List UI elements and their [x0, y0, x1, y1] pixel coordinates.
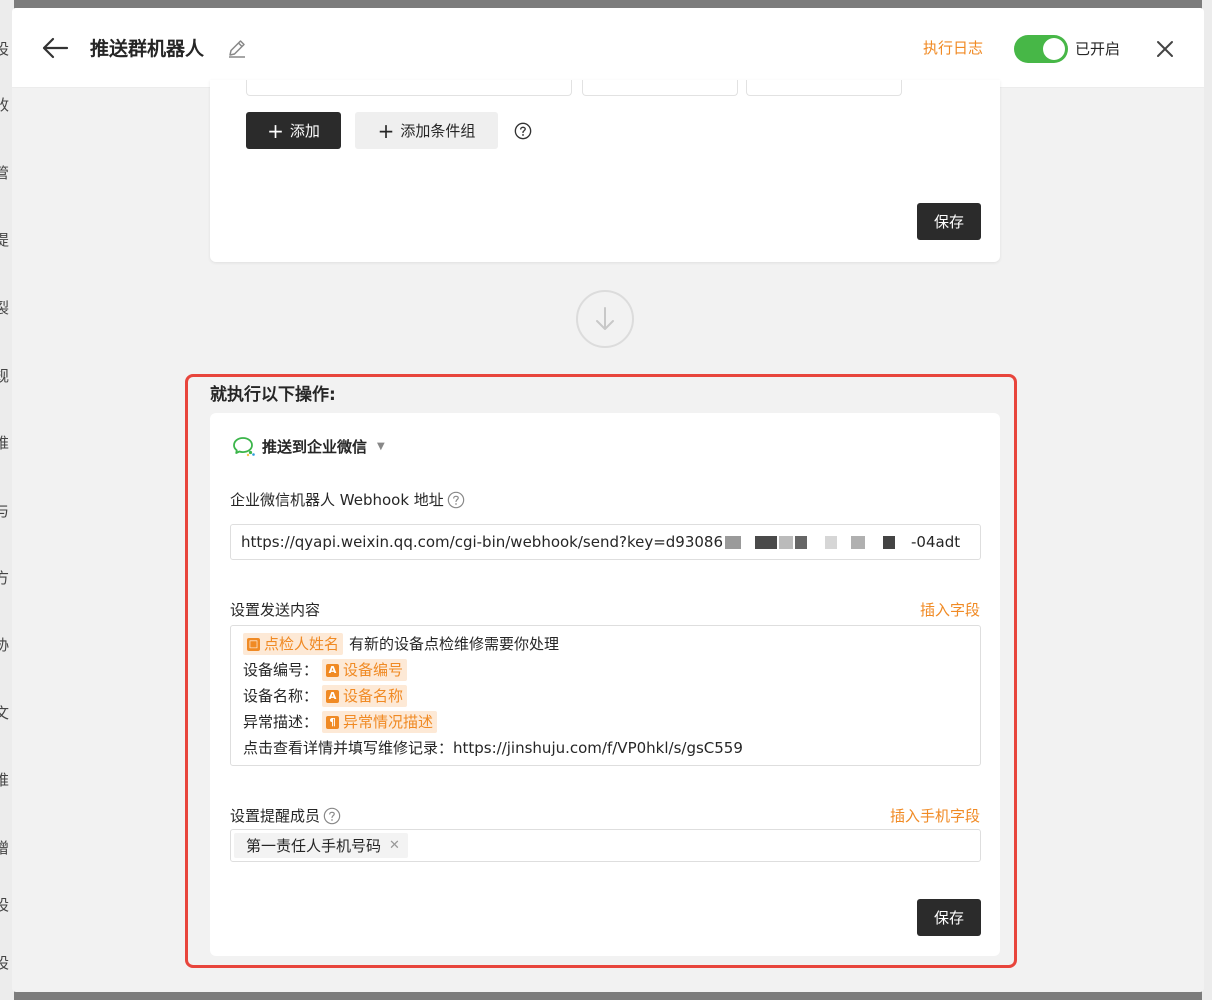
webhook-label: 企业微信机器人 Webhook 地址 [230, 489, 465, 510]
automation-modal: 推送群机器人 执行日志 已开启 + 添加 + 添加条件组 保存 就执行以下操作:… [12, 8, 1204, 992]
content-line: 设备编号： A 设备编号 [243, 657, 968, 683]
insert-field-link[interactable]: 插入字段 [920, 599, 980, 620]
add-condition-group-button[interactable]: + 添加条件组 [355, 112, 498, 149]
add-condition-label: 添加 [289, 122, 320, 140]
close-icon[interactable] [1154, 38, 1176, 60]
wechat-work-icon [233, 437, 255, 457]
help-icon[interactable] [514, 122, 532, 140]
flow-connector [576, 290, 634, 348]
text-field-icon: A [326, 663, 340, 677]
redacted-block [743, 536, 754, 549]
bg-char: 管 [0, 164, 10, 182]
content-line: 点击查看详情并填写维修记录：https://jinshuju.com/f/VP0… [243, 735, 968, 761]
content-line: □ 点检人姓名 有新的设备点检维修需要你处理 [243, 631, 968, 657]
remove-chip-icon[interactable]: ✕ [389, 838, 400, 853]
redacted-block [809, 536, 824, 549]
member-chip-label: 第一责任人手机号码 [246, 837, 382, 855]
condition-operator-partial[interactable] [582, 80, 738, 96]
field-tag-label: 设备编号 [343, 661, 404, 679]
toggle-knob [1043, 38, 1065, 60]
redacted-block [839, 536, 850, 549]
redacted-block [755, 536, 778, 549]
bg-char: 推 [0, 434, 10, 452]
redacted-block [725, 536, 742, 549]
members-label: 设置提醒成员 [230, 805, 341, 826]
toggle-status-label: 已开启 [1075, 40, 1121, 58]
members-label-text: 设置提醒成员 [230, 807, 321, 825]
field-tag-device-name[interactable]: A 设备名称 [322, 685, 408, 707]
channel-label: 推送到企业微信 [262, 437, 368, 456]
action-card: 推送到企业微信 ▼ 企业微信机器人 Webhook 地址 https://qya… [210, 413, 1000, 956]
back-arrow-icon[interactable] [40, 34, 70, 62]
member-chip: 第一责任人手机号码 ✕ [234, 833, 408, 858]
bg-char: 推 [0, 771, 10, 789]
webhook-url-input[interactable]: https://qyapi.weixin.qq.com/cgi-bin/webh… [230, 524, 981, 560]
paragraph-field-icon: ¶ [326, 715, 340, 729]
content-text: 设备编号： [243, 661, 319, 679]
content-text: 设备名称： [243, 687, 319, 705]
text-field-icon: A [326, 689, 340, 703]
redacted-block [795, 536, 808, 549]
content-line: 设备名称： A 设备名称 [243, 683, 968, 709]
save-action-button[interactable]: 保存 [917, 899, 981, 936]
bg-char: 协 [0, 636, 10, 654]
pencil-icon[interactable] [226, 37, 248, 59]
content-label: 设置发送内容 [230, 601, 321, 619]
bg-char: 设 [0, 896, 10, 914]
webhook-url-start: https://qyapi.weixin.qq.com/cgi-bin/webh… [241, 533, 724, 551]
insert-phone-field-link[interactable]: 插入手机字段 [890, 805, 980, 826]
bg-char: 与 [0, 502, 10, 520]
redacted-block [883, 536, 896, 549]
bg-char: 文 [0, 704, 10, 722]
content-line: 异常描述： ¶ 异常情况描述 [243, 709, 968, 735]
modal-header: 推送群机器人 执行日志 已开启 [12, 8, 1204, 88]
help-icon[interactable] [323, 807, 341, 825]
message-content-editor[interactable]: □ 点检人姓名 有新的设备点检维修需要你处理 设备编号： A 设备编号 设备名称： … [230, 625, 981, 766]
action-heading: 就执行以下操作: [210, 385, 336, 405]
save-conditions-button[interactable]: 保存 [917, 203, 981, 240]
content-text: 点击查看详情并填写维修记录：https://jinshuju.com/f/VP0… [243, 739, 743, 757]
redacted-block [851, 536, 866, 549]
field-tag-inspector-name[interactable]: □ 点检人姓名 [243, 633, 344, 655]
condition-field-partial[interactable] [246, 80, 572, 96]
conditions-card: + 添加 + 添加条件组 保存 [210, 80, 1000, 262]
channel-selector[interactable]: 推送到企业微信 ▼ [232, 435, 385, 457]
arrow-down-icon [596, 307, 614, 330]
content-text: 有新的设备点检维修需要你处理 [349, 635, 560, 653]
plus-icon: + [377, 118, 395, 143]
page-title: 推送群机器人 [90, 38, 205, 60]
help-icon[interactable] [447, 491, 465, 509]
execution-log-link[interactable]: 执行日志 [923, 37, 983, 58]
enable-toggle[interactable] [1014, 35, 1068, 63]
bg-char: 设 [0, 40, 10, 58]
content-text: 异常描述： [243, 713, 319, 731]
bg-char: 设 [0, 954, 10, 972]
condition-value-partial[interactable] [746, 80, 902, 96]
person-field-icon: □ [247, 637, 260, 651]
bg-char: 裂 [0, 299, 10, 317]
bg-char: 规 [0, 367, 10, 385]
add-condition-button[interactable]: + 添加 [246, 112, 341, 149]
redacted-block [779, 536, 794, 549]
bg-char: 收 [0, 96, 10, 114]
webhook-url-end: -04adt [911, 533, 961, 551]
field-tag-label: 设备名称 [343, 687, 404, 705]
bg-char: 提 [0, 231, 10, 249]
webhook-label-text: 企业微信机器人 Webhook 地址 [230, 491, 444, 509]
field-tag-label: 异常情况描述 [343, 713, 434, 731]
members-input[interactable]: 第一责任人手机号码 ✕ [230, 829, 981, 862]
bg-char: 方 [0, 569, 10, 587]
add-condition-group-label: 添加条件组 [400, 122, 476, 140]
caret-down-icon: ▼ [377, 440, 385, 452]
bg-char: 增 [0, 839, 10, 857]
redacted-block [825, 536, 838, 549]
plus-icon: + [267, 118, 284, 143]
field-tag-anomaly-description[interactable]: ¶ 异常情况描述 [322, 711, 438, 733]
field-tag-device-code[interactable]: A 设备编号 [322, 659, 408, 681]
field-tag-label: 点检人姓名 [264, 635, 340, 653]
redacted-block [867, 536, 882, 549]
